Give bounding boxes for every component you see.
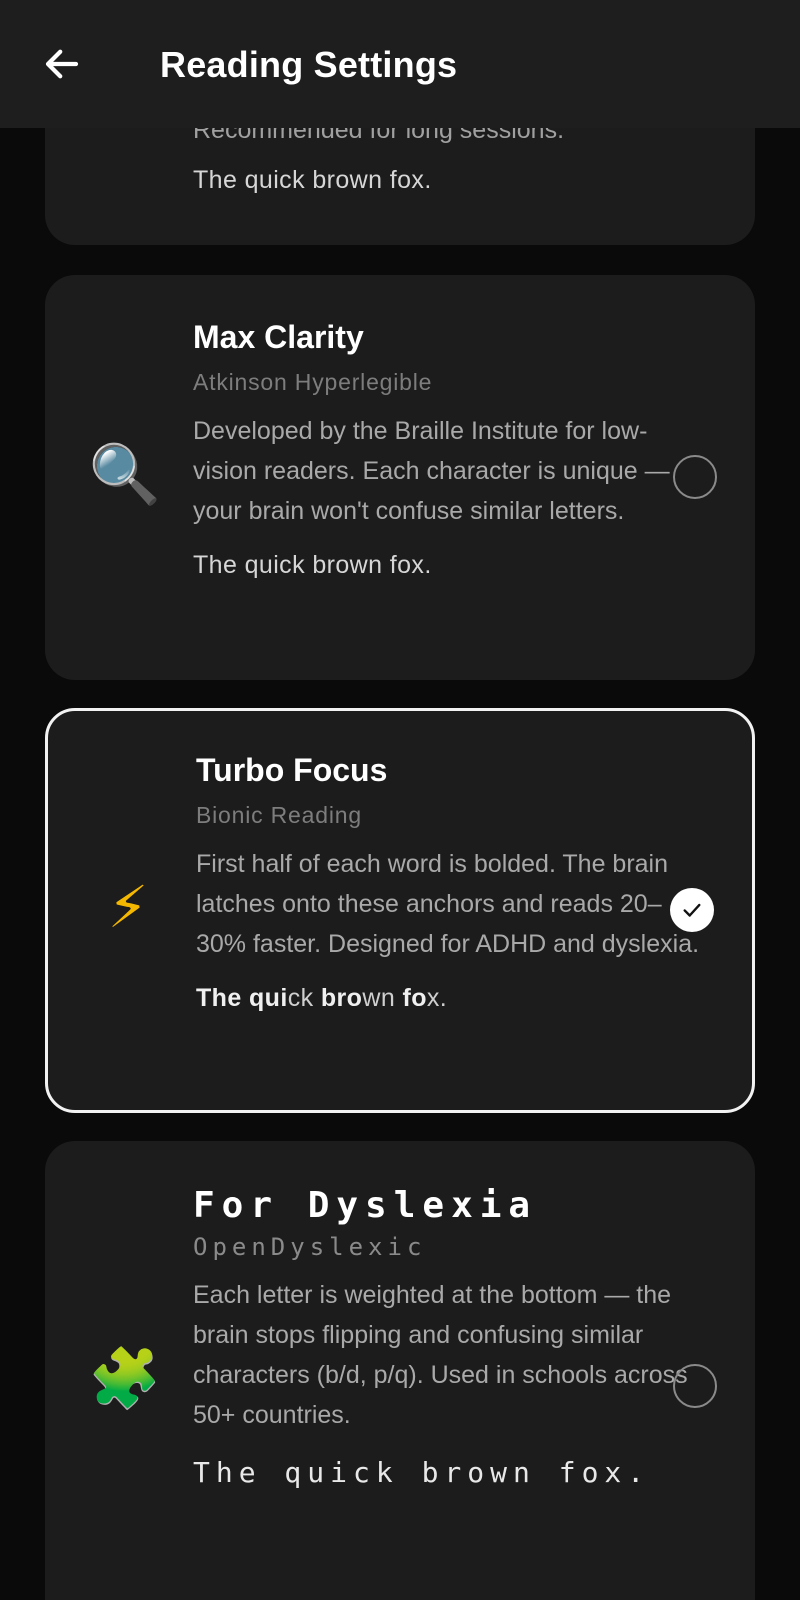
card-font-name: Bionic Reading bbox=[196, 802, 362, 828]
back-button[interactable] bbox=[38, 40, 86, 88]
bionic-regular-part: ck bbox=[287, 984, 321, 1012]
font-option-card-turbo-focus[interactable]: ⚡ Turbo Focus Bionic Reading First half … bbox=[45, 708, 755, 1113]
card-title: Max Clarity bbox=[193, 319, 364, 355]
magnifier-icon: 🔍 bbox=[88, 442, 162, 507]
arrow-left-icon bbox=[45, 49, 79, 79]
app-header: Reading Settings bbox=[0, 0, 800, 128]
card-title: Turbo Focus bbox=[196, 752, 388, 788]
card-description: First half of each word is bolded. The b… bbox=[196, 850, 700, 958]
radio-button-turbo-focus[interactable] bbox=[670, 888, 714, 932]
bionic-regular-part bbox=[242, 984, 249, 1012]
card-font-name: Atkinson Hyperlegible bbox=[193, 369, 433, 395]
font-option-card-for-dyslexia[interactable]: 🧩 For Dyslexia OpenDyslexic Each letter … bbox=[45, 1141, 755, 1600]
bionic-bold-part: qui bbox=[249, 984, 288, 1012]
radio-button-for-dyslexia[interactable] bbox=[673, 1364, 717, 1408]
bionic-bold-part: The bbox=[196, 984, 242, 1012]
page-title: Reading Settings bbox=[160, 44, 458, 85]
card-description: Each letter is weighted at the bottom — … bbox=[193, 1281, 688, 1429]
bionic-bold-part: bro bbox=[320, 984, 363, 1012]
font-option-card-max-clarity[interactable]: 🔍 Max Clarity Atkinson Hyperlegible Deve… bbox=[45, 275, 755, 680]
checkmark-icon bbox=[683, 903, 701, 917]
card-sample-text: The quick brown fox. bbox=[193, 166, 432, 194]
card-sample-text: The quick brown fox. bbox=[193, 551, 432, 579]
card-title: For Dyslexia bbox=[193, 1185, 538, 1226]
radio-button-max-clarity[interactable] bbox=[673, 455, 717, 499]
puzzle-icon: 🧩 bbox=[88, 1346, 162, 1411]
reading-settings-screen: Recommended for long sessions. The quick… bbox=[0, 0, 800, 1600]
lightning-icon: ⚡ bbox=[107, 875, 149, 940]
bionic-regular-part: wn bbox=[362, 984, 403, 1012]
card-description: Developed by the Braille Institute for l… bbox=[193, 417, 670, 525]
bionic-regular-part: x. bbox=[426, 984, 448, 1012]
card-sample-text-bionic: The quick brown fox. bbox=[196, 980, 706, 1016]
card-sample-text: The quick brown fox. bbox=[193, 1456, 651, 1489]
card-font-name: OpenDyslexic bbox=[193, 1233, 427, 1261]
font-options-list[interactable]: Recommended for long sessions. The quick… bbox=[0, 0, 800, 1600]
bionic-bold-part: fo bbox=[402, 984, 427, 1012]
